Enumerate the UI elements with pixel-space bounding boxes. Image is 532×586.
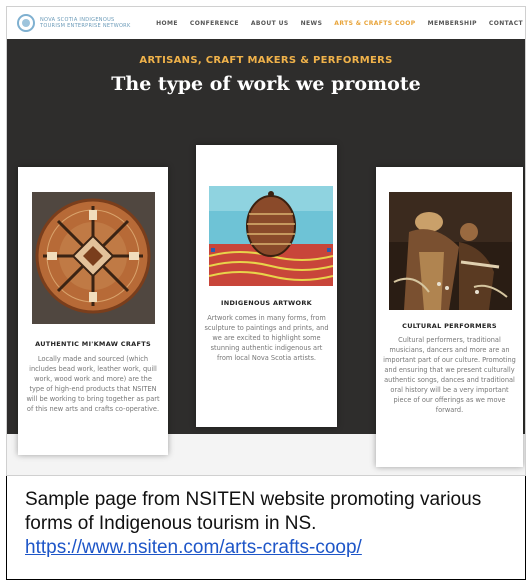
caption-link[interactable]: https://www.nsiten.com/arts-crafts-coop/ — [25, 536, 513, 560]
nav-item-conference[interactable]: CONFERENCE — [190, 20, 239, 27]
painting-image — [209, 186, 333, 286]
main-menu: HOME CONFERENCE ABOUT US NEWS ARTS & CRA… — [144, 7, 523, 39]
dancers-image — [389, 192, 512, 310]
card-indigenous-artwork: INDIGENOUS ARTWORK Artwork comes in many… — [196, 145, 337, 427]
logo-icon — [17, 14, 35, 32]
top-navigation: NOVA SCOTIA INDIGENOUS TOURISM ENTERPRIS… — [7, 7, 525, 40]
hero-subtitle: ARTISANS, CRAFT MAKERS & PERFORMERS — [139, 55, 393, 66]
quillwork-basket-image — [32, 192, 155, 324]
card-mikmaw-crafts: AUTHENTIC MI'KMAW CRAFTS Locally made an… — [18, 167, 168, 455]
figure-caption: Sample page from NSITEN website promotin… — [6, 476, 526, 580]
card-title: INDIGENOUS ARTWORK — [221, 299, 312, 307]
nav-item-arts-crafts-coop[interactable]: ARTS & CRAFTS COOP — [334, 20, 415, 27]
nav-item-about-us[interactable]: ABOUT US — [251, 20, 289, 27]
card-title: CULTURAL PERFORMERS — [402, 322, 497, 330]
hero-title: The type of work we promote — [111, 73, 421, 95]
card-text: Locally made and sourced (which includes… — [26, 355, 160, 413]
caption-text: Sample page from NSITEN website promotin… — [25, 489, 482, 534]
card-cultural-performers: CULTURAL PERFORMERS Cultural performers,… — [376, 167, 523, 467]
card-title: AUTHENTIC MI'KMAW CRAFTS — [35, 340, 151, 348]
nav-item-membership[interactable]: MEMBERSHIP — [428, 20, 477, 27]
card-text: Artwork comes in many forms, from sculpt… — [204, 314, 329, 362]
card-text: Cultural performers, traditional musicia… — [383, 336, 516, 414]
nav-item-contact[interactable]: CONTACT — [489, 20, 523, 27]
logo-text-block: NOVA SCOTIA INDIGENOUS TOURISM ENTERPRIS… — [40, 17, 131, 29]
site-logo[interactable]: NOVA SCOTIA INDIGENOUS TOURISM ENTERPRIS… — [17, 13, 131, 33]
nav-item-home[interactable]: HOME — [156, 20, 178, 27]
logo-line-2: TOURISM ENTERPRISE NETWORK — [40, 23, 131, 29]
website-screenshot: NOVA SCOTIA INDIGENOUS TOURISM ENTERPRIS… — [6, 6, 526, 476]
nav-item-news[interactable]: NEWS — [301, 20, 323, 27]
